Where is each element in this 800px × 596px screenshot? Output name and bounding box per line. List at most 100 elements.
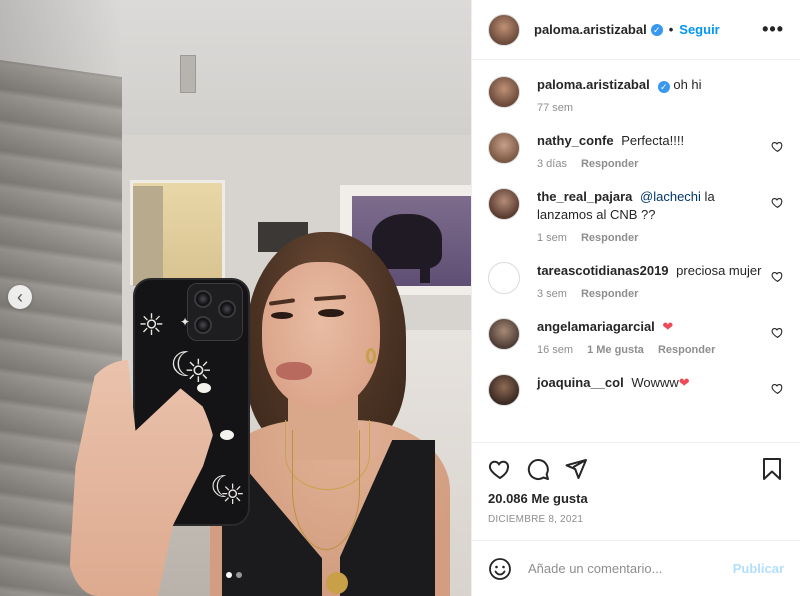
- reply-button[interactable]: Responder: [581, 158, 638, 170]
- comment-item: angelamariagarcial ❤ 16 sem 1 Me gusta R…: [488, 318, 784, 356]
- comment-item: nathy_confe Perfecta!!!! 3 días Responde…: [488, 132, 784, 170]
- bookmark-icon[interactable]: [760, 457, 784, 481]
- photo-vent: [180, 55, 196, 93]
- comment-text: angelamariagarcial ❤: [537, 318, 762, 336]
- emoji-smiley-icon[interactable]: [488, 557, 512, 581]
- author-username[interactable]: paloma.aristizabal: [534, 22, 647, 37]
- comment-content: Perfecta!!!!: [621, 133, 685, 148]
- comment-body: the_real_pajara @lachechi la lanzamos al…: [537, 188, 784, 244]
- carousel-indicator: [226, 572, 242, 578]
- like-heart-icon[interactable]: [488, 457, 512, 481]
- share-paper-plane-icon[interactable]: [564, 457, 588, 481]
- comment-text: nathy_confe Perfecta!!!!: [537, 132, 762, 150]
- comment-meta: 16 sem 1 Me gusta Responder: [537, 344, 762, 356]
- comment-item: tareascotidianas2019 preciosa mujer 3 se…: [488, 262, 784, 300]
- photo-phone-camera: [187, 283, 243, 341]
- caption-content: oh hi: [673, 77, 702, 92]
- heart-outline-icon[interactable]: [771, 326, 784, 339]
- comment-time[interactable]: 16 sem: [537, 344, 573, 356]
- comment-item: the_real_pajara @lachechi la lanzamos al…: [488, 188, 784, 244]
- heart-outline-icon[interactable]: [771, 140, 784, 153]
- author-avatar[interactable]: [488, 13, 520, 46]
- follow-button[interactable]: Seguir: [679, 22, 719, 37]
- comment-likes[interactable]: 1 Me gusta: [587, 344, 644, 356]
- photo-eye: [318, 309, 344, 317]
- header-separator: •: [668, 22, 674, 37]
- comment-time[interactable]: 3 días: [537, 158, 567, 170]
- verified-badge-icon: ✓: [657, 81, 670, 93]
- post-actions: 20.086 Me gusta DICIEMBRE 8, 2021: [472, 442, 800, 540]
- photo-lips: [276, 362, 312, 380]
- post-caption: paloma.aristizabal ✓ oh hi 77 sem: [488, 76, 784, 114]
- photo-earring: [366, 348, 376, 364]
- caption-body: paloma.aristizabal ✓ oh hi 77 sem: [537, 76, 784, 114]
- reply-button[interactable]: Responder: [658, 344, 715, 356]
- camera-lens: [194, 290, 212, 308]
- comment-username[interactable]: joaquina__col: [537, 375, 624, 390]
- carousel-dot: [226, 572, 232, 578]
- comment-item: joaquina__col Wowww❤: [488, 374, 784, 406]
- comment-content: Wowww: [631, 375, 679, 390]
- photo-door: [133, 186, 163, 286]
- red-heart-emoji-icon: ❤: [678, 375, 690, 390]
- carousel-prev-button[interactable]: ‹: [8, 285, 32, 309]
- commenter-avatar[interactable]: [488, 188, 520, 220]
- commenter-avatar[interactable]: [488, 132, 520, 164]
- comment-time[interactable]: 77 sem: [537, 102, 573, 114]
- camera-lens: [194, 316, 212, 334]
- post-details-panel: paloma.aristizabal ✓ • Seguir ••• paloma…: [471, 0, 800, 596]
- sun-icon: ☼: [138, 308, 165, 343]
- comments-list[interactable]: paloma.aristizabal ✓ oh hi 77 sem nathy_c…: [472, 60, 800, 442]
- comment-mention-link[interactable]: @lachechi: [640, 189, 701, 204]
- comment-text: joaquina__col Wowww❤: [537, 374, 762, 392]
- comment-meta: 1 sem Responder: [537, 232, 762, 244]
- comment-bubble-icon[interactable]: [526, 457, 550, 481]
- heart-outline-icon[interactable]: [771, 196, 784, 209]
- photo-eye: [271, 312, 293, 319]
- author-avatar[interactable]: [488, 76, 520, 108]
- action-icons: [488, 455, 784, 483]
- comment-body: tareascotidianas2019 preciosa mujer 3 se…: [537, 262, 784, 300]
- chevron-left-icon: ‹: [17, 287, 23, 307]
- commenter-avatar[interactable]: [488, 318, 520, 350]
- carousel-dot: [236, 572, 242, 578]
- comment-text: tareascotidianas2019 preciosa mujer: [537, 262, 762, 280]
- post-photo: ☼ ☾ ☼ ✦ ✦ ☾ ☼ ✧ ‹: [0, 0, 471, 596]
- photo-necklace: [292, 430, 360, 550]
- comment-username[interactable]: the_real_pajara: [537, 189, 632, 204]
- comment-body: joaquina__col Wowww❤: [537, 374, 784, 392]
- photo-elephant-leg: [420, 255, 430, 283]
- comment-body: angelamariagarcial ❤ 16 sem 1 Me gusta R…: [537, 318, 784, 356]
- red-heart-emoji-icon: ❤: [662, 319, 674, 334]
- photo-face: [262, 262, 380, 410]
- comment-username[interactable]: angelamariagarcial: [537, 319, 655, 334]
- commenter-avatar[interactable]: [488, 262, 520, 294]
- publish-button[interactable]: Publicar: [733, 561, 784, 576]
- comment-time[interactable]: 1 sem: [537, 232, 567, 244]
- reply-button[interactable]: Responder: [581, 288, 638, 300]
- commenter-avatar[interactable]: [488, 374, 520, 406]
- comment-meta: 3 sem Responder: [537, 288, 762, 300]
- comment-text: the_real_pajara @lachechi la lanzamos al…: [537, 188, 762, 224]
- camera-lens: [218, 300, 236, 318]
- verified-badge-icon: ✓: [650, 23, 663, 36]
- heart-outline-icon[interactable]: [771, 382, 784, 395]
- comment-input[interactable]: [528, 561, 733, 576]
- reply-button[interactable]: Responder: [581, 232, 638, 244]
- post-date[interactable]: DICIEMBRE 8, 2021: [488, 514, 784, 525]
- more-options-icon[interactable]: •••: [762, 19, 784, 40]
- photo-pendant: [326, 572, 348, 594]
- comment-time[interactable]: 3 sem: [537, 288, 567, 300]
- caption-meta: 77 sem: [537, 102, 762, 114]
- heart-outline-icon[interactable]: [771, 270, 784, 283]
- comment-body: nathy_confe Perfecta!!!! 3 días Responde…: [537, 132, 784, 170]
- post-header: paloma.aristizabal ✓ • Seguir •••: [472, 0, 800, 60]
- comment-username[interactable]: tareascotidianas2019: [537, 263, 669, 278]
- comment-username[interactable]: paloma.aristizabal: [537, 77, 650, 92]
- caption-text: paloma.aristizabal ✓ oh hi: [537, 76, 762, 94]
- sun-icon: ☼: [220, 478, 246, 511]
- star-icon: ✦: [180, 315, 191, 329]
- photo-nail: [220, 430, 234, 440]
- likes-count[interactable]: 20.086 Me gusta: [488, 491, 784, 506]
- comment-username[interactable]: nathy_confe: [537, 133, 614, 148]
